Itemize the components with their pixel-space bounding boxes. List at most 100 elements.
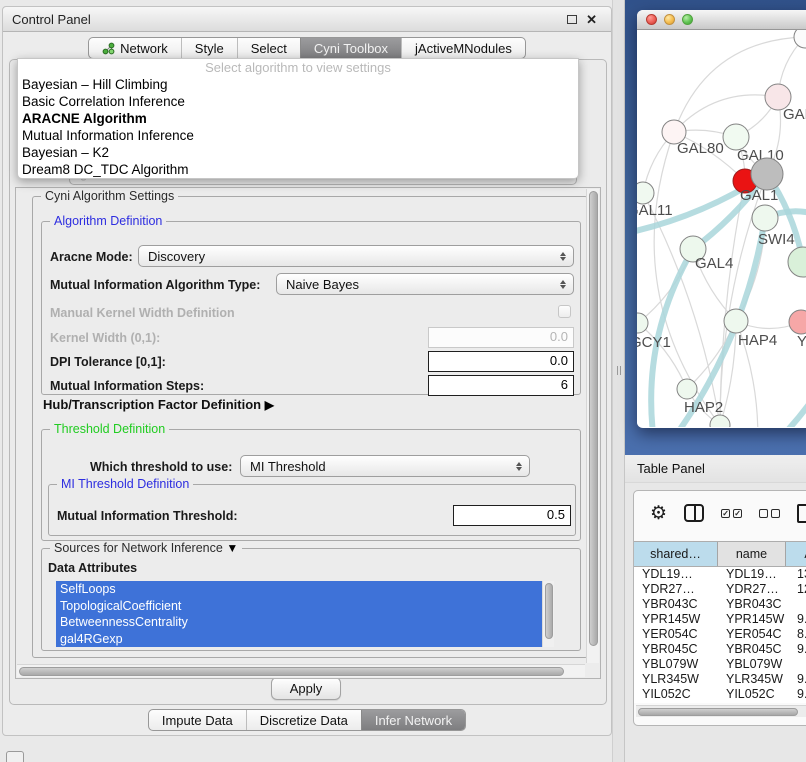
node-label: GAL11 [637, 202, 673, 219]
split-columns-icon[interactable] [684, 504, 704, 522]
network-edge[interactable] [637, 235, 638, 323]
algorithm-option[interactable]: ARACNE Algorithm [18, 110, 578, 127]
tab-select[interactable]: Select [237, 38, 300, 58]
table-cell: YDL19… [642, 567, 693, 582]
tab-network[interactable]: Network [89, 38, 181, 58]
network-node-y[interactable] [789, 310, 806, 334]
algorithm-option[interactable]: Mutual Information Inference [18, 127, 578, 144]
node-label: GAL4 [695, 255, 733, 272]
table-row[interactable]: YPR145WYPR145W9. [634, 612, 806, 627]
algorithm-option[interactable]: Dream8 DC_TDC Algorithm [18, 161, 578, 178]
table-row[interactable]: YBR045CYBR045C9. [634, 642, 806, 657]
manual-kernel-width-label: Manual Kernel Width Definition [50, 306, 235, 320]
network-view-window: GALGAL80GAL10GAL1GAL11SWI4GAL4GCY1HAP4YH… [637, 10, 806, 428]
gear-icon[interactable]: ⚙ [650, 504, 667, 523]
algorithm-option[interactable]: Bayesian – Hill Climbing [18, 76, 578, 93]
table-cell: YBR045C [642, 642, 698, 657]
network-node[interactable] [794, 30, 806, 48]
algorithm-option[interactable]: Basic Correlation Inference [18, 93, 578, 110]
attribute-list-item[interactable]: BetweennessCentrality [56, 614, 554, 631]
column-header-shared-name[interactable]: shared… [634, 542, 718, 566]
export-table-icon[interactable] [797, 504, 806, 523]
table-cell: YPR145W [642, 612, 700, 627]
which-threshold-label: Which threshold to use: [90, 460, 232, 474]
table-row[interactable]: YDL19…YDL19…13 [634, 567, 806, 582]
column-header-name[interactable]: name [718, 542, 786, 566]
network-edge[interactable] [757, 360, 806, 427]
network-desktop: GALGAL80GAL10GAL1GAL11SWI4GAL4GCY1HAP4YH… [625, 0, 806, 455]
network-node[interactable] [710, 415, 730, 427]
mi-steps-field[interactable]: 6 [428, 375, 574, 396]
table-horizontal-scrollbar[interactable] [636, 705, 806, 717]
table-row[interactable]: YIL052CYIL052C9. [634, 687, 806, 702]
settings-vertical-scrollbar[interactable] [586, 189, 599, 663]
table-cell: 8. [797, 627, 806, 642]
mi-threshold-field[interactable]: 0.5 [453, 505, 571, 526]
attribute-list-item[interactable]: SelfLoops [56, 581, 554, 598]
table-cell: YDR27… [726, 582, 779, 597]
select-all-icon[interactable]: ✓✓ [721, 509, 742, 518]
network-node[interactable] [751, 158, 783, 190]
combo-stepper-icon [557, 252, 573, 261]
tab-discretize-data[interactable]: Discretize Data [246, 710, 361, 730]
table-row[interactable]: YLR345WYLR345W9. [634, 672, 806, 687]
algorithm-option[interactable]: Bayesian – K2 [18, 144, 578, 161]
tab-jactivemnodules[interactable]: jActiveMNodules [401, 38, 525, 58]
sources-group-title[interactable]: Sources for Network Inference ▼ [50, 541, 242, 555]
network-node-hap4[interactable] [724, 309, 748, 333]
panel-splitter[interactable] [612, 0, 625, 762]
network-canvas[interactable]: GALGAL80GAL10GAL1GAL11SWI4GAL4GCY1HAP4YH… [637, 30, 806, 427]
tab-impute-data[interactable]: Impute Data [149, 710, 246, 730]
which-threshold-combobox[interactable]: MI Threshold [240, 455, 530, 477]
table-panel-title: Table Panel [637, 461, 705, 476]
table-row[interactable]: YBR043CYBR043C [634, 597, 806, 612]
network-node[interactable] [788, 247, 806, 277]
close-panel-icon[interactable]: ✕ [586, 13, 597, 26]
table-cell: 9. [797, 642, 806, 657]
deselect-all-icon[interactable] [759, 509, 780, 518]
close-window-icon[interactable] [646, 14, 657, 25]
network-node-swi4[interactable] [752, 205, 778, 231]
panel-title: Control Panel [12, 12, 91, 27]
network-edge[interactable] [638, 323, 687, 389]
table-row[interactable]: YDR27…YDR27…12 [634, 582, 806, 597]
aracne-mode-combobox[interactable]: Discovery [138, 245, 574, 267]
attribute-list-item[interactable]: TopologicalCoefficient [56, 598, 554, 615]
table-row[interactable]: YBL079WYBL079W [634, 657, 806, 672]
data-attributes-list: SelfLoopsTopologicalCoefficientBetweenne… [56, 581, 554, 647]
tab-cyni-toolbox[interactable]: Cyni Toolbox [300, 38, 401, 58]
apply-button[interactable]: Apply [271, 677, 341, 700]
tab-infer-network[interactable]: Infer Network [361, 710, 465, 730]
minimize-window-icon[interactable] [664, 14, 675, 25]
manual-kernel-width-checkbox[interactable] [558, 305, 571, 318]
mi-steps-label: Mutual Information Steps: [50, 379, 204, 393]
table-row[interactable]: YER054CYER054C8. [634, 627, 806, 642]
collapsed-panel-icon[interactable] [6, 751, 24, 762]
column-header-clipped[interactable]: A [786, 542, 806, 566]
float-panel-icon[interactable] [567, 15, 577, 24]
zoom-window-icon[interactable] [682, 14, 693, 25]
tab-style[interactable]: Style [181, 38, 237, 58]
splitter-handle-icon[interactable] [617, 366, 621, 375]
settings-scrollpane: Cyni Algorithm Settings Algorithm Defini… [15, 187, 601, 679]
attributes-scrollbar[interactable] [542, 581, 554, 647]
table-body: YDL19…YDL19…13YDR27…YDR27…12YBR043CYBR04… [634, 567, 806, 703]
network-edge[interactable] [657, 218, 765, 427]
network-node-gal11[interactable] [637, 182, 654, 204]
dpi-tolerance-field[interactable]: 0.0 [428, 351, 574, 372]
network-node-hap2[interactable] [677, 379, 697, 399]
table-cell: 9. [797, 687, 806, 702]
settings-horizontal-scrollbar[interactable] [17, 664, 585, 677]
table-cell: YIL052C [642, 687, 691, 702]
attribute-list-item[interactable]: gal4RGexp [56, 631, 554, 648]
table-cell: YBR043C [642, 597, 698, 612]
node-label: HAP4 [738, 332, 777, 349]
algorithm-dropdown-prompt: Select algorithm to view settings [18, 59, 578, 76]
network-edge[interactable] [674, 95, 778, 132]
mi-algorithm-type-combobox[interactable]: Naive Bayes [276, 273, 574, 295]
table-cell: YDR27… [642, 582, 695, 597]
expander-arrow-icon: ▶ [265, 398, 274, 412]
algorithm-dropdown-popup: Select algorithm to view settings Bayesi… [17, 58, 579, 179]
kernel-width-field[interactable]: 0.0 [428, 327, 574, 348]
hub-definition-expander[interactable]: Hub/Transcription Factor Definition ▶ [43, 397, 274, 412]
